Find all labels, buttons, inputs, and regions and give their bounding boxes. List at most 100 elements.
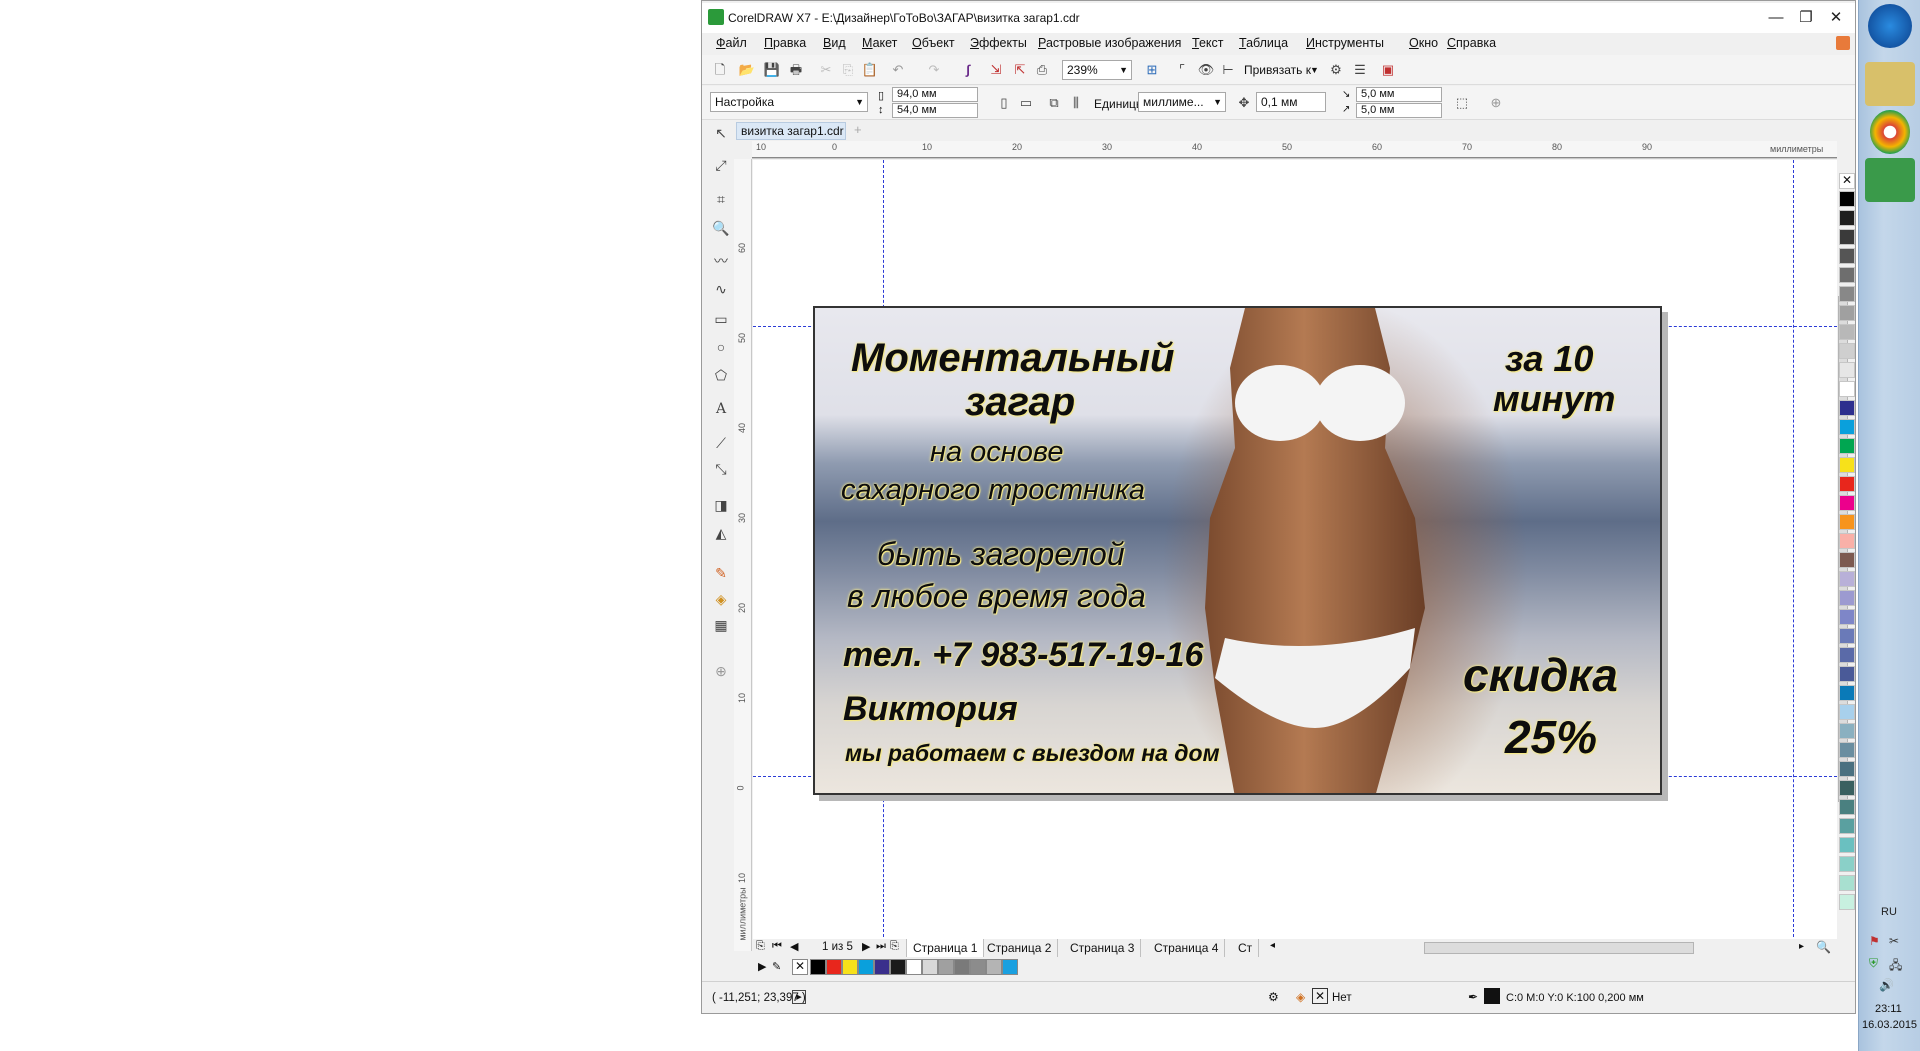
scroll-right-icon[interactable]: ▸ bbox=[1799, 941, 1804, 952]
treat-as-filled-icon[interactable]: ⬚ bbox=[1452, 93, 1472, 113]
color-swatch[interactable] bbox=[1839, 495, 1855, 511]
current-page-icon[interactable]: ⫼ bbox=[1066, 93, 1086, 113]
drop-shadow-icon[interactable]: ◨ bbox=[710, 495, 732, 517]
color-swatch[interactable] bbox=[1839, 552, 1855, 568]
color-swatch[interactable] bbox=[1839, 533, 1855, 549]
color-swatch[interactable] bbox=[1839, 571, 1855, 587]
horizontal-ruler[interactable]: 10 0 10 20 30 40 50 60 70 80 90 миллимет… bbox=[752, 141, 1837, 159]
color-swatch[interactable] bbox=[1839, 457, 1855, 473]
color-swatch[interactable] bbox=[1839, 704, 1855, 720]
paste-icon[interactable]: 📋 bbox=[860, 60, 880, 80]
clock-date[interactable]: 16.03.2015 bbox=[1862, 1019, 1917, 1031]
eyedropper-icon[interactable]: ✎ bbox=[772, 960, 781, 973]
color-swatch[interactable] bbox=[826, 959, 842, 975]
page-tab-4[interactable]: Страница 4 bbox=[1148, 939, 1226, 957]
artistic-media-icon[interactable]: ∿ bbox=[710, 279, 732, 301]
color-swatch[interactable] bbox=[922, 959, 938, 975]
color-swatch[interactable] bbox=[1839, 362, 1855, 378]
tray-volume-icon[interactable]: 🔊 bbox=[1879, 978, 1894, 992]
no-color-swatch[interactable]: ✕ bbox=[1839, 173, 1855, 189]
tray-shield-icon[interactable]: ⛨ bbox=[1869, 956, 1878, 971]
color-swatch[interactable] bbox=[874, 959, 890, 975]
color-swatch[interactable] bbox=[1839, 267, 1855, 283]
color-swatch[interactable] bbox=[890, 959, 906, 975]
close-button[interactable]: ✕ bbox=[1822, 5, 1850, 31]
save-icon[interactable]: 💾 bbox=[762, 60, 782, 80]
rulers-icon[interactable]: ⌜ bbox=[1172, 60, 1192, 80]
maximize-button[interactable]: ❐ bbox=[1792, 5, 1820, 31]
color-swatch[interactable] bbox=[954, 959, 970, 975]
menu-window[interactable]: Окно bbox=[1409, 36, 1438, 50]
app-launcher-icon[interactable]: ☰ bbox=[1350, 60, 1370, 80]
last-page-icon[interactable]: ⏭ bbox=[876, 940, 886, 953]
color-swatch[interactable] bbox=[858, 959, 874, 975]
color-swatch[interactable] bbox=[1839, 438, 1855, 454]
view-mode-icon[interactable]: 👁 bbox=[1196, 60, 1216, 80]
color-swatch[interactable] bbox=[1839, 856, 1855, 872]
language-indicator[interactable]: RU bbox=[1881, 906, 1897, 918]
interactive-fill-icon[interactable]: ◈ bbox=[710, 589, 732, 611]
menu-layout[interactable]: Макет bbox=[862, 36, 897, 50]
page-tab-5[interactable]: Ст bbox=[1232, 939, 1260, 957]
export-icon[interactable]: ⇱ bbox=[1010, 60, 1030, 80]
minimize-button[interactable]: — bbox=[1762, 5, 1790, 31]
shape-tool-icon[interactable]: ⤢ bbox=[710, 155, 732, 177]
document-tab[interactable]: визитка загар1.cdr bbox=[736, 122, 846, 140]
add-tool-icon[interactable]: ⊕ bbox=[710, 661, 732, 683]
pick-tool-icon[interactable]: ↖ bbox=[710, 123, 732, 145]
duplicate-y-field[interactable]: 5,0 мм bbox=[1356, 103, 1442, 118]
ellipse-tool-icon[interactable]: ○ bbox=[710, 337, 732, 359]
color-swatch[interactable] bbox=[1839, 875, 1855, 891]
chrome-icon[interactable] bbox=[1870, 110, 1910, 154]
next-page-icon[interactable]: ▶ bbox=[862, 940, 870, 953]
color-swatch[interactable] bbox=[1839, 514, 1855, 530]
page-tab-2[interactable]: Страница 2 bbox=[981, 939, 1059, 957]
nudge-field[interactable]: 0,1 мм bbox=[1256, 92, 1326, 112]
all-pages-icon[interactable]: ⧉ bbox=[1044, 93, 1064, 113]
vertical-ruler[interactable]: 60 50 40 30 20 10 0 10 миллиметры bbox=[734, 159, 752, 951]
import-icon[interactable]: ⇲ bbox=[986, 60, 1006, 80]
color-swatch[interactable] bbox=[1839, 799, 1855, 815]
search-content-icon[interactable]: ∫ bbox=[958, 60, 978, 80]
add-document-tab-icon[interactable]: + bbox=[854, 122, 862, 137]
color-swatch[interactable] bbox=[1839, 343, 1855, 359]
color-swatch[interactable] bbox=[1839, 191, 1855, 207]
snap-to-dropdown[interactable]: Привязать к bbox=[1244, 63, 1311, 77]
menu-table[interactable]: Таблица bbox=[1239, 36, 1288, 50]
menu-help[interactable]: Справка bbox=[1447, 36, 1496, 50]
menu-bitmaps[interactable]: Растровые изображения bbox=[1038, 36, 1181, 50]
snap-chevron-icon[interactable]: ▼ bbox=[1310, 65, 1319, 75]
first-page-icon[interactable]: ⏮ bbox=[772, 940, 782, 953]
menu-view[interactable]: Вид bbox=[823, 36, 846, 50]
color-swatch[interactable] bbox=[842, 959, 858, 975]
color-swatch[interactable] bbox=[1839, 324, 1855, 340]
color-swatch[interactable] bbox=[1839, 780, 1855, 796]
color-swatch[interactable] bbox=[1839, 666, 1855, 682]
color-swatch[interactable] bbox=[970, 959, 986, 975]
menu-effects[interactable]: Эффекты bbox=[970, 36, 1027, 50]
tray-network-icon[interactable]: 🖧 bbox=[1889, 956, 1902, 977]
add-page-before-icon[interactable]: ⎘ bbox=[756, 940, 765, 953]
copy-icon[interactable]: ⎘ bbox=[838, 60, 858, 80]
palette-arrow-icon[interactable]: ▶ bbox=[758, 960, 766, 973]
preset-combo[interactable]: Настройка ▼ bbox=[710, 92, 868, 112]
color-swatch[interactable] bbox=[1839, 305, 1855, 321]
color-swatch[interactable] bbox=[1839, 742, 1855, 758]
color-swatch[interactable] bbox=[1839, 628, 1855, 644]
new-document-icon[interactable]: 🗋 bbox=[710, 60, 730, 80]
color-swatch[interactable] bbox=[1839, 723, 1855, 739]
rectangle-tool-icon[interactable]: ▭ bbox=[710, 309, 732, 331]
clock-time[interactable]: 23:11 bbox=[1875, 1003, 1902, 1015]
tray-flag-icon[interactable]: ⚑ bbox=[1869, 934, 1880, 948]
polygon-tool-icon[interactable]: ⬠ bbox=[710, 365, 732, 387]
color-swatch[interactable] bbox=[1839, 248, 1855, 264]
zoom-fit-icon[interactable]: ⊞ bbox=[1142, 60, 1162, 80]
color-swatch[interactable] bbox=[938, 959, 954, 975]
zoom-tool-icon[interactable]: 🔍 bbox=[710, 218, 732, 240]
add-page-after-icon[interactable]: ⎘ bbox=[890, 940, 899, 953]
freehand-tool-icon[interactable]: 〰 bbox=[710, 251, 732, 273]
undo-icon[interactable]: ↶ bbox=[888, 60, 908, 80]
cut-icon[interactable]: ✂ bbox=[816, 60, 836, 80]
scroll-tabs-icon[interactable]: ◂ bbox=[1270, 940, 1275, 951]
color-swatch[interactable] bbox=[1839, 210, 1855, 226]
